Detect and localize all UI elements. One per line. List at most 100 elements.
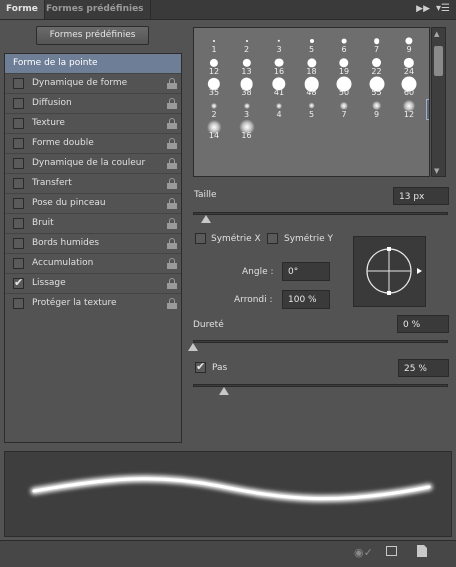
tab-formes-predefinies[interactable]: Formes prédéfinies [40,0,151,19]
lock-icon[interactable] [167,138,177,149]
hardness-slider-track[interactable] [193,340,448,343]
brush-tip[interactable]: 41 [263,77,295,98]
list-item-checkbox[interactable] [13,198,24,209]
roundness-input[interactable]: 100 % [282,290,330,309]
brush-tip[interactable]: 22 [361,56,393,77]
list-item-checkbox[interactable] [13,118,24,129]
toggle-live-tip-icon[interactable]: ◉✓ [354,546,373,559]
list-item-brush-tip-shape[interactable]: Forme de la pointe [5,54,181,73]
brush-tip[interactable]: 50 [328,76,360,98]
brush-tip[interactable]: 55 [361,76,393,98]
brush-tip[interactable]: 14 [198,120,230,141]
list-item[interactable]: Transfert [5,173,181,193]
brush-tip[interactable]: 28 [426,56,430,77]
scroll-up-icon[interactable]: ▲ [434,30,439,38]
list-item-checkbox[interactable] [13,78,24,89]
brush-tip[interactable]: 12 [198,56,230,77]
list-item-checkbox[interactable] [13,218,24,229]
list-item[interactable]: Bruit [5,213,181,233]
list-item-checkbox[interactable] [13,98,24,109]
lock-icon[interactable] [167,78,177,89]
brush-tip[interactable]: 1 [426,77,430,98]
list-item[interactable]: Dynamique de la couleur [5,153,181,173]
brush-tip-grid[interactable]: 1235679101213161819222428353841485055601… [193,27,430,177]
brush-tip[interactable]: 7 [328,99,360,120]
hardness-input[interactable]: 0 % [397,315,449,333]
lock-icon[interactable] [167,218,177,229]
brush-tip[interactable]: 19 [328,56,360,77]
size-slider-knob[interactable] [200,215,211,223]
brush-tip[interactable]: 6 [328,34,360,55]
list-item-checkbox[interactable] [13,276,24,289]
brush-tip[interactable]: 12 [393,99,425,120]
brush-tip[interactable]: 16 [231,119,263,141]
brush-tip[interactable]: 3 [263,34,295,55]
lock-icon[interactable] [167,98,177,109]
spacing-checkbox[interactable] [195,360,206,373]
brush-tip[interactable]: 60 [393,76,425,98]
spacing-slider-knob[interactable] [218,387,229,395]
list-item-checkbox[interactable] [13,258,24,269]
tab-forme[interactable]: Forme [0,0,45,19]
brush-tip[interactable]: 24 [393,56,425,77]
list-item[interactable]: Lissage [5,273,181,293]
brush-tip[interactable]: 5 [296,34,328,55]
spacing-input[interactable]: 25 % [398,359,449,377]
hardness-slider-knob[interactable] [188,343,198,351]
grid-icon[interactable] [386,546,397,556]
spacing-slider-track[interactable] [193,384,448,387]
list-item[interactable]: Diffusion [5,93,181,113]
brush-tip[interactable]: 48 [296,76,328,98]
list-item[interactable]: Accumulation [5,253,181,273]
flip-y-checkbox[interactable] [267,233,278,244]
lock-icon[interactable] [167,258,177,269]
list-item[interactable]: Forme double [5,133,181,153]
brush-tip[interactable]: 18 [296,56,328,77]
size-slider-track[interactable] [193,212,448,215]
scroll-down-icon[interactable]: ▼ [434,167,439,175]
brush-tip[interactable]: 2 [198,99,230,120]
new-preset-icon[interactable] [417,545,427,557]
brush-tip[interactable]: 9 [361,99,393,120]
scroll-thumb[interactable] [434,46,443,76]
list-item-checkbox[interactable] [13,158,24,169]
double-arrow-icon[interactable]: ▶▶ [416,4,430,14]
list-item[interactable]: Pose du pinceau [5,193,181,213]
size-input[interactable]: 13 px [393,187,449,205]
lock-icon[interactable] [167,178,177,189]
list-item[interactable]: Dynamique de forme [5,73,181,93]
brush-tip[interactable]: 5 [296,99,328,120]
brush-tip[interactable]: 7 [361,34,393,55]
brush-tip[interactable]: 13 [231,56,263,77]
brush-tip[interactable]: 13 [425,98,429,120]
brush-tip[interactable]: 16 [263,56,295,77]
lock-icon[interactable] [167,298,177,309]
lock-icon[interactable] [167,158,177,169]
list-item-checkbox[interactable] [13,238,24,249]
brush-grid-scrollbar[interactable]: ▲ ▼ [431,27,446,177]
list-item[interactable]: Texture [5,113,181,133]
angle-roundness-widget[interactable] [353,236,426,307]
lock-icon[interactable] [167,238,177,249]
brush-tip[interactable]: 9 [393,34,425,55]
brush-tip[interactable]: 2 [231,34,263,55]
angle-input[interactable]: 0° [282,262,330,281]
list-item-checkbox[interactable] [13,178,24,189]
list-item[interactable]: Protéger la texture [5,293,181,313]
hardness-label: Dureté [193,320,224,330]
lock-icon[interactable] [167,118,177,129]
brush-tip[interactable]: 1 [198,34,230,55]
brush-tip[interactable]: 3 [231,99,263,120]
brush-tip[interactable]: 10 [426,34,430,55]
list-item-checkbox[interactable] [13,298,24,309]
list-item[interactable]: Bords humides [5,233,181,253]
flip-x-checkbox[interactable] [195,233,206,244]
lock-icon[interactable] [167,278,177,289]
brush-tip[interactable]: 35 [198,77,230,98]
panel-menu-icon[interactable]: ▾☰ [436,3,450,14]
brush-tip[interactable]: 38 [231,77,263,98]
list-item-checkbox[interactable] [13,138,24,149]
brush-presets-button[interactable]: Formes prédéfinies [36,26,149,45]
brush-tip[interactable]: 4 [263,99,295,120]
lock-icon[interactable] [167,198,177,209]
